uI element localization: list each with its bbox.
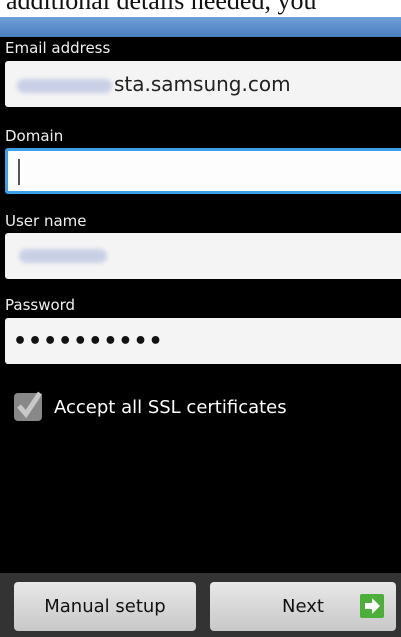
password-field[interactable]: •••••••••• [5, 318, 401, 364]
next-label: Next [282, 596, 324, 617]
redacted-email-prefix [17, 78, 112, 93]
checkmark-icon [17, 391, 42, 419]
domain-label: Domain [5, 127, 64, 145]
next-button[interactable]: Next [210, 582, 396, 631]
email-label: Email address [5, 39, 111, 57]
password-label: Password [5, 296, 76, 314]
username-label: User name [5, 212, 87, 230]
text-cursor [18, 159, 20, 185]
ssl-checkbox-row[interactable]: Accept all SSL certificates [14, 391, 287, 423]
email-value: sta.samsung.com [114, 72, 291, 96]
document-caption-strip: additional details needed, you [0, 0, 401, 17]
bottom-button-bar: Manual setup Next [0, 573, 401, 637]
ssl-checkbox-label: Accept all SSL certificates [54, 396, 287, 418]
manual-setup-button[interactable]: Manual setup [14, 582, 196, 631]
username-field[interactable] [5, 233, 401, 279]
password-value: •••••••••• [13, 329, 164, 354]
manual-setup-label: Manual setup [44, 596, 166, 617]
ssl-checkbox[interactable] [14, 391, 42, 421]
email-field[interactable]: sta.samsung.com [5, 61, 401, 107]
domain-field[interactable] [5, 148, 401, 194]
arrow-right-icon [360, 594, 384, 618]
redacted-username [19, 249, 107, 263]
title-bar [0, 17, 401, 37]
document-caption: additional details needed, you [6, 0, 317, 15]
